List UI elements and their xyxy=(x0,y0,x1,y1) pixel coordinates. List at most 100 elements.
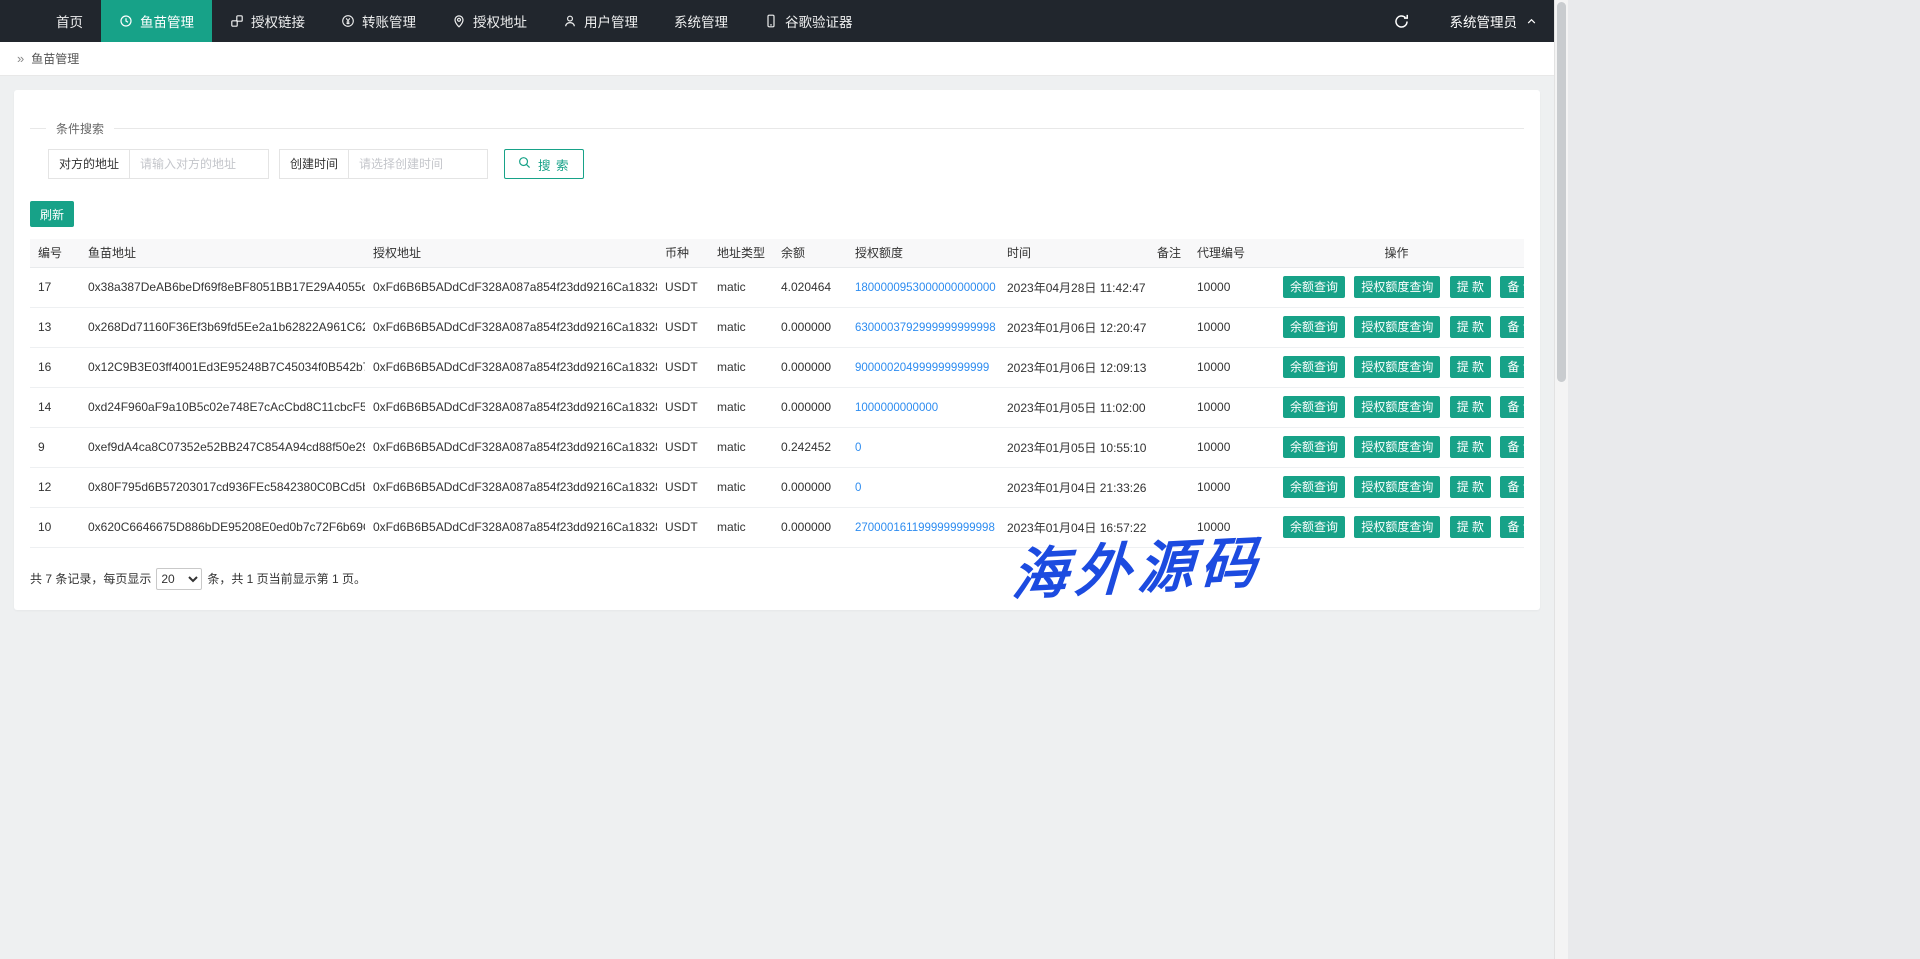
cell-remark xyxy=(1149,307,1189,347)
balance-query-button[interactable]: 余额查询 xyxy=(1283,516,1345,538)
withdraw-button[interactable]: 提 款 xyxy=(1450,476,1491,498)
quota-query-button[interactable]: 授权额度查询 xyxy=(1354,516,1440,538)
withdraw-button[interactable]: 提 款 xyxy=(1450,356,1491,378)
quota-link[interactable]: 900000204999999999999 xyxy=(855,362,989,374)
scrollbar-thumb[interactable] xyxy=(1557,2,1566,382)
navbar-right: 系统管理员 xyxy=(1393,0,1555,42)
search-form: 对方的地址 创建时间 搜 索 xyxy=(48,149,1524,179)
search-fieldset: 条件搜索 xyxy=(30,120,1524,137)
quota-query-button[interactable]: 授权额度查询 xyxy=(1354,436,1440,458)
col-header-time: 时间 xyxy=(999,239,1149,267)
cell-balance: 0.000000 xyxy=(773,307,847,347)
quota-query-button[interactable]: 授权额度查询 xyxy=(1354,396,1440,418)
withdraw-button[interactable]: 提 款 xyxy=(1450,276,1491,298)
col-header-fish-address: 鱼苗地址 xyxy=(80,239,365,267)
cell-time: 2023年04月28日 11:42:47 xyxy=(999,267,1149,307)
cell-balance: 0.242452 xyxy=(773,427,847,467)
withdraw-button[interactable]: 提 款 xyxy=(1450,516,1491,538)
cell-fish-address: 0xef9dA4ca8C07352e52BB247C854A94cd88f50e… xyxy=(80,427,365,467)
nav-item-fish-management[interactable]: 鱼苗管理 xyxy=(101,0,212,42)
nav-item-system-management[interactable]: 系统管理 xyxy=(656,0,746,42)
user-menu[interactable]: 系统管理员 xyxy=(1450,11,1539,31)
cell-actions: 余额查询 授权额度查询 提 款 备 注 xyxy=(1269,467,1524,507)
cell-quota: 2700001611999999999998 xyxy=(847,507,999,547)
col-header-balance: 余额 xyxy=(773,239,847,267)
cell-fish-address: 0x12C9B3E03ff4001Ed3E95248B7C45034f0B542… xyxy=(80,347,365,387)
address-field-label: 对方的地址 xyxy=(48,149,130,179)
page-size-select[interactable]: 20 xyxy=(156,568,202,590)
refresh-icon[interactable] xyxy=(1393,13,1410,30)
cell-time: 2023年01月06日 12:20:47 xyxy=(999,307,1149,347)
cell-remark xyxy=(1149,387,1189,427)
balance-query-button[interactable]: 余额查询 xyxy=(1283,316,1345,338)
withdraw-button[interactable]: 提 款 xyxy=(1450,396,1491,418)
location-pin-icon xyxy=(452,14,466,28)
remark-button[interactable]: 备 注 xyxy=(1500,316,1524,338)
cell-auth-address: 0xFd6B6B5ADdCdF328A087a854f23dd9216Ca183… xyxy=(365,427,657,467)
cell-agent-id: 10000 xyxy=(1189,347,1269,387)
table-body: 17 0x38a387DeAB6beDf69f8eBF8051BB17E29A4… xyxy=(30,267,1524,547)
balance-query-button[interactable]: 余额查询 xyxy=(1283,396,1345,418)
breadcrumb: » 鱼苗管理 xyxy=(0,42,1554,76)
quota-query-button[interactable]: 授权额度查询 xyxy=(1354,356,1440,378)
table-row: 10 0x620C6646675D886bDE95208E0ed0b7c72F6… xyxy=(30,507,1524,547)
balance-query-button[interactable]: 余额查询 xyxy=(1283,276,1345,298)
remark-button[interactable]: 备 注 xyxy=(1500,436,1524,458)
nav-item-label: 鱼苗管理 xyxy=(140,11,194,31)
nav-item-home[interactable]: 首页 xyxy=(38,0,101,42)
quota-query-button[interactable]: 授权额度查询 xyxy=(1354,476,1440,498)
cell-id: 12 xyxy=(30,467,80,507)
cell-agent-id: 10000 xyxy=(1189,267,1269,307)
cell-currency: USDT xyxy=(657,347,709,387)
cell-remark xyxy=(1149,267,1189,307)
cell-address-type: matic xyxy=(709,347,773,387)
chevron-up-icon xyxy=(1525,14,1538,29)
cell-id: 9 xyxy=(30,427,80,467)
col-header-id: 编号 xyxy=(30,239,80,267)
withdraw-button[interactable]: 提 款 xyxy=(1450,316,1491,338)
withdraw-button[interactable]: 提 款 xyxy=(1450,436,1491,458)
quota-query-button[interactable]: 授权额度查询 xyxy=(1354,276,1440,298)
cell-quota: 6300003792999999999998 xyxy=(847,307,999,347)
cell-auth-address: 0xFd6B6B5ADdCdF328A087a854f23dd9216Ca183… xyxy=(365,267,657,307)
cell-id: 14 xyxy=(30,387,80,427)
quota-link[interactable]: 0 xyxy=(855,482,861,494)
col-header-agent-id: 代理编号 xyxy=(1189,239,1269,267)
create-time-input[interactable] xyxy=(348,149,488,179)
remark-button[interactable]: 备 注 xyxy=(1500,476,1524,498)
address-input[interactable] xyxy=(129,149,269,179)
quota-link[interactable]: 6300003792999999999998 xyxy=(855,322,996,334)
cell-balance: 0.000000 xyxy=(773,507,847,547)
nav-item-user-management[interactable]: 用户管理 xyxy=(545,0,656,42)
remark-button[interactable]: 备 注 xyxy=(1500,276,1524,298)
quota-link[interactable]: 0 xyxy=(855,442,861,454)
cell-address-type: matic xyxy=(709,467,773,507)
nav-item-auth-links[interactable]: 授权链接 xyxy=(212,0,323,42)
quota-link[interactable]: 1000000000000 xyxy=(855,402,938,414)
fish-table: 编号 鱼苗地址 授权地址 币种 地址类型 余额 授权额度 时间 备注 代理编号 … xyxy=(30,239,1524,548)
balance-query-button[interactable]: 余额查询 xyxy=(1283,476,1345,498)
search-legend: 条件搜索 xyxy=(46,120,114,137)
remark-button[interactable]: 备 注 xyxy=(1500,516,1524,538)
cell-id: 17 xyxy=(30,267,80,307)
refresh-button[interactable]: 刷新 xyxy=(30,201,74,227)
cell-id: 13 xyxy=(30,307,80,347)
cell-currency: USDT xyxy=(657,467,709,507)
remark-button[interactable]: 备 注 xyxy=(1500,396,1524,418)
quota-link[interactable]: 1800000953000000000000 xyxy=(855,282,996,294)
cell-time: 2023年01月06日 12:09:13 xyxy=(999,347,1149,387)
cell-fish-address: 0xd24F960aF9a10B5c02e748E7cAcCbd8C11cbcF… xyxy=(80,387,365,427)
nav-item-auth-address[interactable]: 授权地址 xyxy=(434,0,545,42)
cell-auth-address: 0xFd6B6B5ADdCdF328A087a854f23dd9216Ca183… xyxy=(365,467,657,507)
cell-currency: USDT xyxy=(657,507,709,547)
nav-item-transfer-management[interactable]: 转账管理 xyxy=(323,0,434,42)
nav-item-google-authenticator[interactable]: 谷歌验证器 xyxy=(746,0,871,42)
balance-query-button[interactable]: 余额查询 xyxy=(1283,436,1345,458)
vertical-scrollbar[interactable] xyxy=(1554,0,1568,959)
quota-query-button[interactable]: 授权额度查询 xyxy=(1354,316,1440,338)
quota-link[interactable]: 2700001611999999999998 xyxy=(855,522,995,534)
cell-time: 2023年01月04日 21:33:26 xyxy=(999,467,1149,507)
balance-query-button[interactable]: 余额查询 xyxy=(1283,356,1345,378)
remark-button[interactable]: 备 注 xyxy=(1500,356,1524,378)
search-button[interactable]: 搜 索 xyxy=(504,149,583,179)
